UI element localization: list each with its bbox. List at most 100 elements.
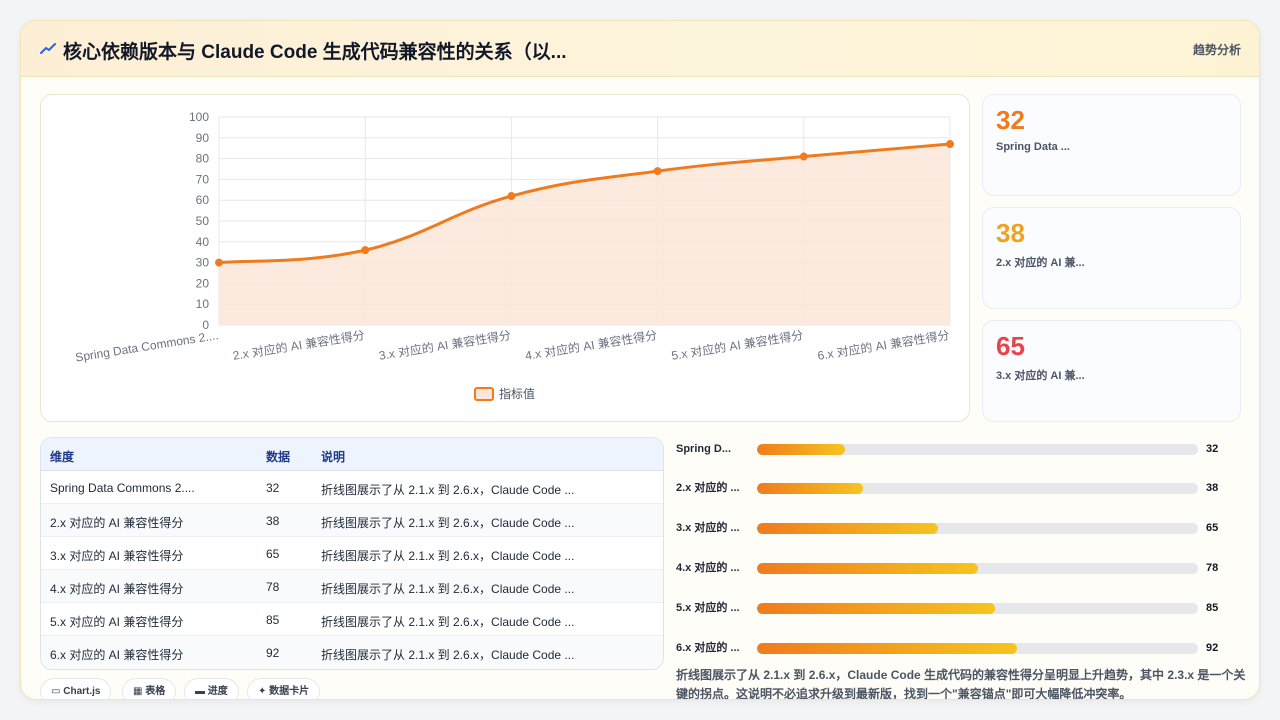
progress-fill xyxy=(757,444,846,455)
chart-panel: 100 90 80 70 60 50 40 30 20 10 0 Spring Data Common… xyxy=(40,94,970,422)
tag-table[interactable]: ▦ 表格 xyxy=(122,678,177,699)
area-chart: 1009080706050403020100Spring Data Common… xyxy=(74,110,954,401)
progress-fill xyxy=(757,523,938,534)
stat-value: 32 xyxy=(996,105,1025,135)
y-tick-label: 20 xyxy=(196,276,210,290)
page-title: 核心依赖版本与 Claude Code 生成代码兼容性的关系（以... xyxy=(63,42,567,63)
data-table: 维度 数据 说明 Spring Data Commons 2.... 32 折线… xyxy=(40,437,664,670)
cell-data: 78 xyxy=(266,580,280,594)
data-point xyxy=(361,246,370,255)
table-row[interactable]: Spring Data Commons 2.... 32 折线图展示了从 2.1… xyxy=(41,471,663,504)
progress-list: Spring D... 32 2.x 对应的 ... 38 3.x 对应的 ..… xyxy=(676,433,1241,663)
stat-card-2: 38 2.x 对应的 AI 兼... xyxy=(982,207,1241,309)
column-header-data[interactable]: 数据 xyxy=(266,448,290,465)
cell-description: 折线图展示了从 2.1.x 到 2.6.x，Claude Code ... xyxy=(321,582,575,596)
cell-dimension: Spring Data Commons 2.... xyxy=(50,481,195,495)
data-point xyxy=(653,167,662,176)
cell-description: 折线图展示了从 2.1.x 到 2.6.x，Claude Code ... xyxy=(321,549,575,563)
trend-analysis-button[interactable]: 趋势分析 xyxy=(1193,41,1241,58)
progress-label: Spring D... xyxy=(676,443,731,455)
cell-dimension: 5.x 对应的 AI 兼容性得分 xyxy=(50,615,184,629)
card-header: 核心依赖版本与 Claude Code 生成代码兼容性的关系（以... 趋势分析 xyxy=(21,21,1259,77)
progress-value: 85 xyxy=(1206,602,1219,614)
cell-dimension: 3.x 对应的 AI 兼容性得分 xyxy=(50,549,184,563)
stat-label: 2.x 对应的 AI 兼... xyxy=(996,257,1085,269)
progress-fill xyxy=(757,483,863,494)
cell-data: 65 xyxy=(266,547,280,561)
y-tick-label: 10 xyxy=(196,297,210,311)
progress-value: 32 xyxy=(1206,443,1219,455)
dashboard-card: 核心依赖版本与 Claude Code 生成代码兼容性的关系（以... 趋势分析… xyxy=(20,20,1260,700)
cell-dimension: 2.x 对应的 AI 兼容性得分 xyxy=(50,516,184,530)
tag-label: Chart.js xyxy=(63,686,101,697)
progress-value: 65 xyxy=(1206,522,1219,534)
progress-fill xyxy=(757,563,978,574)
cell-description: 折线图展示了从 2.1.x 到 2.6.x，Claude Code ... xyxy=(321,516,575,530)
progress-item: 5.x 对应的 ... 85 xyxy=(676,597,1241,627)
progress-fill xyxy=(757,643,1018,654)
y-tick-label: 30 xyxy=(196,256,210,270)
table-row[interactable]: 4.x 对应的 AI 兼容性得分 78 折线图展示了从 2.1.x 到 2.6.… xyxy=(41,570,663,603)
progress-track xyxy=(757,643,1198,654)
column-header-description[interactable]: 说明 xyxy=(321,448,345,465)
x-tick-label: 6.x 对应的 AI 兼容性得分 xyxy=(816,327,950,363)
tag-progress[interactable]: ▬ 进度 xyxy=(184,678,239,699)
cell-dimension: 6.x 对应的 AI 兼容性得分 xyxy=(50,648,184,662)
progress-label: 2.x 对应的 ... xyxy=(676,482,740,494)
data-point xyxy=(799,152,808,161)
progress-item: 4.x 对应的 ... 78 xyxy=(676,557,1241,587)
cell-description: 折线图展示了从 2.1.x 到 2.6.x，Claude Code ... xyxy=(321,615,575,629)
cell-description: 折线图展示了从 2.1.x 到 2.6.x，Claude Code ... xyxy=(321,648,575,662)
progress-label: 6.x 对应的 ... xyxy=(676,642,740,654)
y-tick-label: 80 xyxy=(196,152,210,166)
y-tick-label: 50 xyxy=(196,214,210,228)
y-tick-label: 70 xyxy=(196,172,210,186)
data-point xyxy=(215,258,223,267)
table-header: 维度 数据 说明 xyxy=(41,438,663,471)
legend-label: 指标值 xyxy=(499,386,535,401)
progress-track xyxy=(757,603,1198,614)
summary-text: 折线图展示了从 2.1.x 到 2.6.x，Claude Code 生成代码的兼… xyxy=(676,668,1246,700)
trend-line-icon xyxy=(40,43,56,54)
x-tick-label: 2.x 对应的 AI 兼容性得分 xyxy=(232,327,366,363)
column-header-dimension[interactable]: 维度 xyxy=(50,448,74,465)
tag-data-cards[interactable]: ✦ 数据卡片 xyxy=(247,678,321,699)
table-row[interactable]: 6.x 对应的 AI 兼容性得分 92 折线图展示了从 2.1.x 到 2.6.… xyxy=(41,636,663,669)
progress-icon: ▬ xyxy=(195,686,205,697)
tag-chartjs[interactable]: ▭ Chart.js xyxy=(40,678,112,699)
progress-value: 38 xyxy=(1206,482,1219,494)
table-row[interactable]: 2.x 对应的 AI 兼容性得分 38 折线图展示了从 2.1.x 到 2.6.… xyxy=(41,504,663,537)
cell-data: 85 xyxy=(266,613,280,627)
progress-track xyxy=(757,563,1198,574)
cell-data: 38 xyxy=(266,514,280,528)
data-point xyxy=(507,192,516,201)
table-row[interactable]: 3.x 对应的 AI 兼容性得分 65 折线图展示了从 2.1.x 到 2.6.… xyxy=(41,537,663,570)
tag-label: 数据卡片 xyxy=(269,686,310,697)
progress-item: 3.x 对应的 ... 65 xyxy=(676,517,1241,547)
stat-value: 38 xyxy=(996,218,1025,248)
chart-icon: ▭ xyxy=(51,686,61,697)
cell-dimension: 4.x 对应的 AI 兼容性得分 xyxy=(50,582,184,596)
x-tick-label: Spring Data Commons 2.... xyxy=(74,328,219,364)
progress-label: 3.x 对应的 ... xyxy=(676,522,740,534)
x-tick-label: 5.x 对应的 AI 兼容性得分 xyxy=(670,327,804,363)
x-tick-label: 4.x 对应的 AI 兼容性得分 xyxy=(524,327,658,363)
stat-label: Spring Data ... xyxy=(996,141,1070,153)
y-tick-label: 90 xyxy=(196,131,210,145)
tag-label: 表格 xyxy=(145,686,166,697)
y-tick-label: 40 xyxy=(196,235,210,249)
y-tick-label: 100 xyxy=(189,110,209,124)
table-row[interactable]: 5.x 对应的 AI 兼容性得分 85 折线图展示了从 2.1.x 到 2.6.… xyxy=(41,603,663,636)
progress-value: 78 xyxy=(1206,562,1219,574)
stat-label: 3.x 对应的 AI 兼... xyxy=(996,370,1085,382)
cell-description: 折线图展示了从 2.1.x 到 2.6.x，Claude Code ... xyxy=(321,483,575,497)
y-tick-label: 60 xyxy=(196,193,210,207)
sparkle-icon: ✦ xyxy=(258,686,267,697)
cell-data: 92 xyxy=(266,646,280,660)
cell-data: 32 xyxy=(266,481,280,495)
progress-fill xyxy=(757,603,996,614)
progress-track xyxy=(757,444,1198,455)
stat-value: 65 xyxy=(996,331,1025,361)
progress-item: 6.x 对应的 ... 92 xyxy=(676,637,1241,667)
legend-swatch xyxy=(474,387,494,401)
